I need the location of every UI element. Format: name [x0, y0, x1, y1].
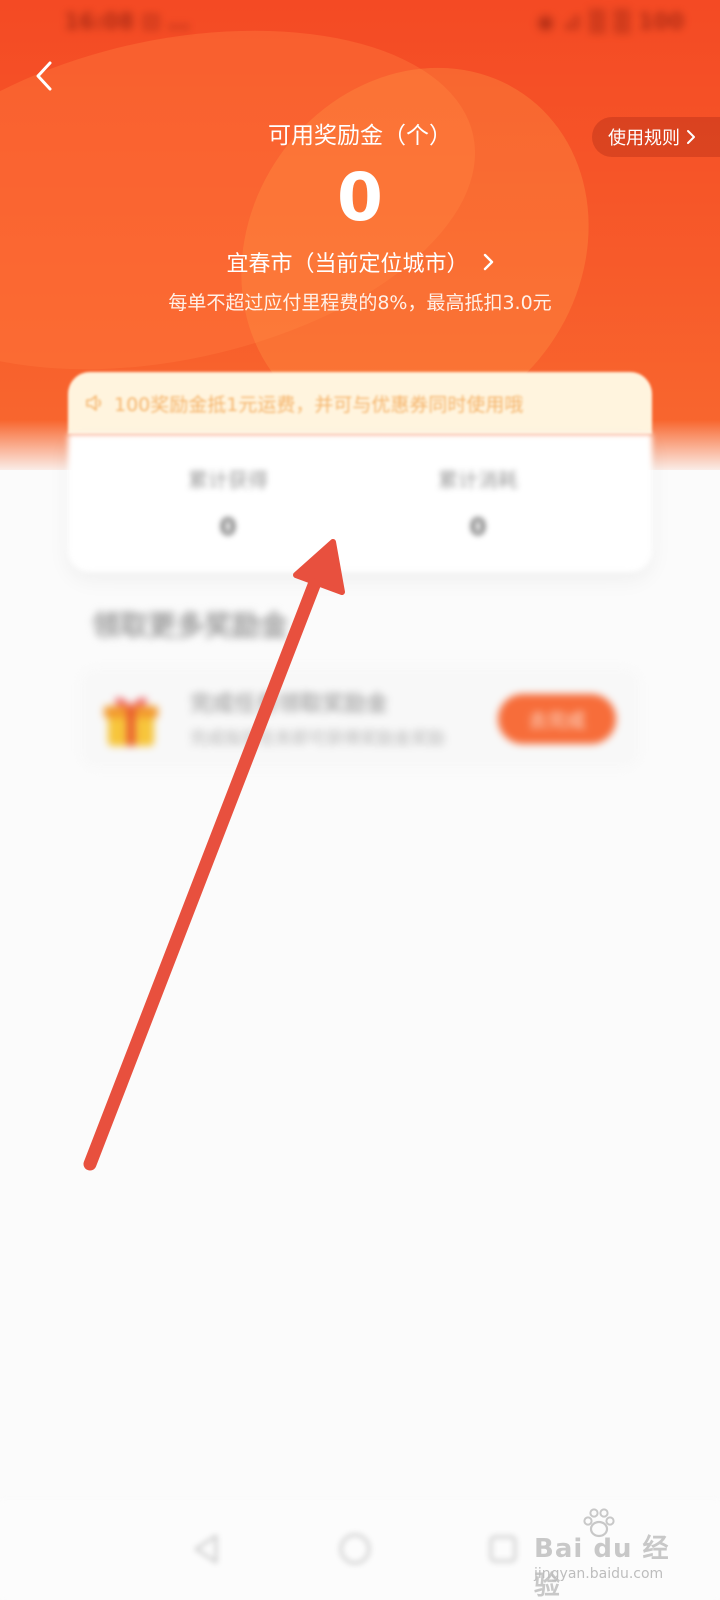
nav-home-button[interactable] [332, 1526, 378, 1572]
back-button[interactable] [24, 54, 64, 98]
bonus-balance: 0 [337, 159, 383, 236]
stat-total-used: 累计消耗 0 [378, 464, 578, 541]
bonus-title: 可用奖励金（个） [268, 123, 452, 149]
notice-text: 100奖励金抵1元运费，并可与优惠券同时使用哦 [114, 393, 524, 416]
gift-icon [104, 697, 158, 746]
stat-value: 0 [469, 513, 487, 541]
nav-back-icon [194, 1534, 218, 1564]
nav-home-icon [339, 1533, 371, 1565]
city-label: 宜春市（当前定位城市） [226, 252, 469, 277]
activity-name: 完成任务领取奖励金 [190, 692, 389, 717]
activity-item[interactable]: 完成任务领取奖励金 完成指定任务即可获得奖励金奖励 去完成 [80, 668, 640, 768]
stat-total-earned: 累计获得 0 [128, 464, 328, 541]
stats-card: 累计获得 0 累计消耗 0 [68, 434, 652, 572]
chevron-left-icon [36, 61, 52, 91]
watermark-brand: Bai du 经验 [534, 1534, 670, 1600]
nav-back-button[interactable] [184, 1526, 230, 1572]
stat-value: 0 [219, 513, 237, 541]
complete-task-button[interactable]: 去完成 [498, 694, 616, 744]
nav-recents-button[interactable] [480, 1526, 526, 1572]
stat-label: 累计消耗 [438, 468, 518, 492]
notice-bar: 100奖励金抵1元运费，并可与优惠券同时使用哦 [68, 372, 652, 434]
activity-description: 完成指定任务即可获得奖励金奖励 [190, 729, 445, 749]
activities-section-title: 领取更多奖励金 [92, 609, 289, 642]
watermark-url: jingyan.baidu.com [534, 1566, 664, 1582]
speaker-icon [86, 395, 102, 411]
nav-recents-icon [489, 1535, 517, 1563]
screen: 16:08 ⊡ … ◉ ⊿ ▒ ▒ 100 使用规则 可用奖励金（个） 0 宜春… [0, 0, 720, 1600]
status-time: 16:08 ⊡ … [64, 10, 190, 35]
deduction-note: 每单不超过应付里程费的8%，最高抵扣3.0元 [168, 292, 552, 314]
status-indicators: ◉ ⊿ ▒ ▒ 100 [535, 10, 684, 35]
status-bar: 16:08 ⊡ … ◉ ⊿ ▒ ▒ 100 [0, 0, 720, 50]
city-selector[interactable]: 宜春市（当前定位城市） [0, 246, 720, 278]
stat-label: 累计获得 [188, 468, 268, 492]
chevron-right-icon [483, 253, 493, 271]
watermark: Bai du 经验 jingyan.baidu.com [534, 1508, 684, 1600]
